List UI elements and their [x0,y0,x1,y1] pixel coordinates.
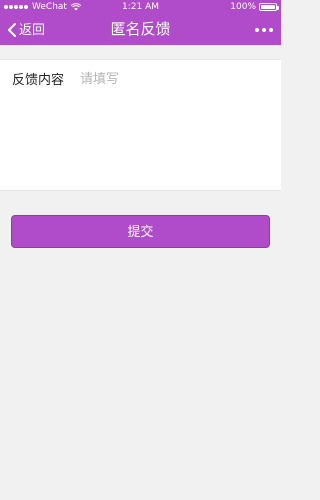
feedback-form-card: 反馈内容 [0,59,281,191]
top-bar: WeChat 1:21 AM 100% 返回 匿名反馈 [0,0,281,45]
battery-fill [261,5,275,9]
battery-icon [259,3,279,11]
submit-button[interactable]: 提交 [11,215,270,248]
status-bar: WeChat 1:21 AM 100% [0,0,281,14]
page-title: 匿名反馈 [110,21,171,38]
more-icon [269,27,273,32]
more-icon [262,27,266,32]
feedback-content-input[interactable] [80,68,269,88]
navigation-bar: 返回 匿名反馈 [0,14,281,45]
more-button[interactable] [255,14,273,45]
battery-cap [277,6,279,10]
feedback-row: 反馈内容 [12,68,269,88]
battery-percent: 100% [230,2,256,12]
status-right: 100% [230,0,279,14]
feedback-content-label: 反馈内容 [12,71,65,87]
more-icon [255,27,259,32]
